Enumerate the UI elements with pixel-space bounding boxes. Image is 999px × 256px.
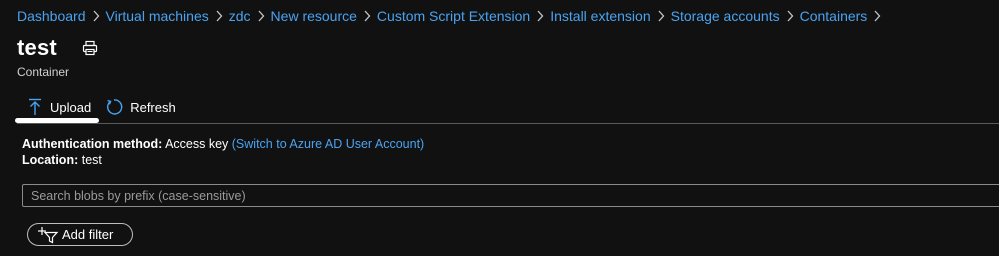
- authentication-method-value: Access key: [165, 137, 229, 151]
- page-title: test: [17, 35, 57, 60]
- print-icon[interactable]: [81, 39, 99, 57]
- search-blobs-input[interactable]: [22, 184, 999, 207]
- breadcrumb-item-custom-script-extension[interactable]: Custom Script Extension: [377, 8, 530, 24]
- divider: [17, 123, 999, 124]
- title-row: test: [17, 35, 99, 61]
- location-label: Location:: [22, 153, 79, 167]
- upload-icon: [27, 98, 43, 116]
- breadcrumb-item-storage-accounts[interactable]: Storage accounts: [671, 8, 780, 24]
- upload-label: Upload: [50, 99, 92, 115]
- breadcrumb-item-containers[interactable]: Containers: [800, 8, 868, 24]
- breadcrumb-item-virtual-machines[interactable]: Virtual machines: [106, 8, 209, 24]
- chevron-right-icon: [651, 10, 671, 22]
- authentication-method-row: Authentication method: Access key (Switc…: [22, 137, 424, 151]
- breadcrumb-item-zdc[interactable]: zdc: [229, 8, 251, 24]
- chevron-right-icon: [780, 10, 800, 22]
- refresh-icon: [105, 98, 123, 116]
- chevron-right-icon: [530, 10, 550, 22]
- chevron-right-icon: [209, 10, 229, 22]
- authentication-method-label: Authentication method:: [22, 137, 163, 151]
- breadcrumb: Dashboard Virtual machines zdc New resou…: [17, 6, 887, 26]
- add-filter-button[interactable]: Add filter: [27, 223, 133, 246]
- breadcrumb-item-dashboard[interactable]: Dashboard: [17, 8, 86, 24]
- chevron-right-icon: [867, 10, 887, 22]
- chevron-right-icon: [86, 10, 106, 22]
- chevron-right-icon: [357, 10, 377, 22]
- container-blade: Dashboard Virtual machines zdc New resou…: [0, 0, 999, 256]
- add-filter-label: Add filter: [62, 227, 114, 242]
- add-filter-icon: [38, 226, 60, 244]
- command-bar: Upload Refresh: [17, 94, 176, 120]
- location-row: Location: test: [22, 153, 102, 167]
- refresh-label: Refresh: [130, 99, 176, 115]
- page-subtitle: Container: [17, 65, 70, 79]
- breadcrumb-item-new-resource[interactable]: New resource: [271, 8, 357, 24]
- chevron-right-icon: [251, 10, 271, 22]
- switch-auth-link[interactable]: (Switch to Azure AD User Account): [232, 137, 424, 151]
- location-value: test: [81, 153, 102, 167]
- refresh-button[interactable]: Refresh: [105, 94, 176, 120]
- breadcrumb-item-install-extension[interactable]: Install extension: [550, 8, 650, 24]
- upload-button[interactable]: Upload: [17, 94, 105, 120]
